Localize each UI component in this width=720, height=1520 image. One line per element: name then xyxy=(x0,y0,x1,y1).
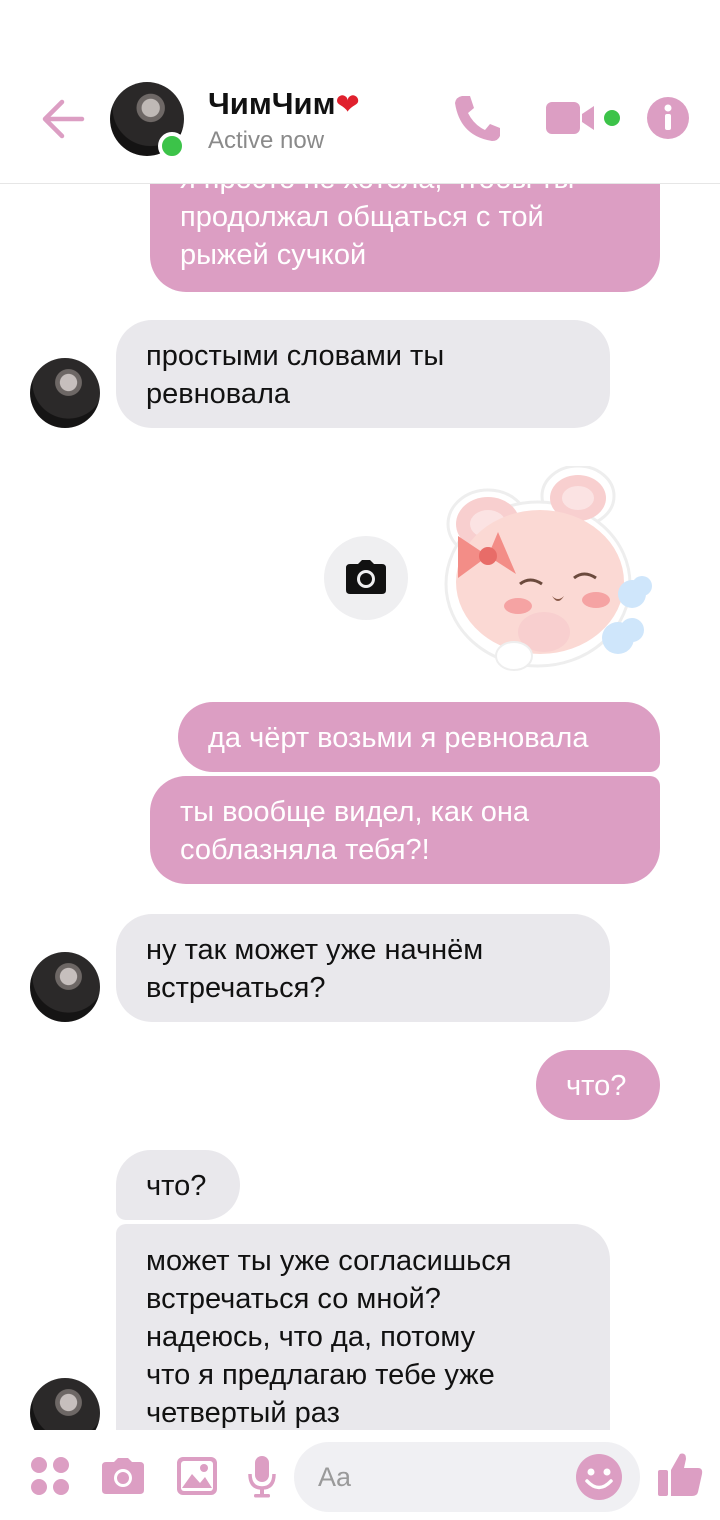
message-bubble-outgoing[interactable]: да чёрт возьми я ревновала xyxy=(178,702,660,772)
message-line: что я предлагаю тебе уже xyxy=(146,1359,495,1391)
message-line: встречаться? xyxy=(146,972,326,1004)
contact-avatar[interactable] xyxy=(30,358,100,428)
phone-icon[interactable] xyxy=(452,92,502,144)
message-input[interactable]: Aa xyxy=(294,1442,640,1512)
message-line: встречаться со мной? xyxy=(146,1283,441,1315)
message-line: ну так может уже начнём xyxy=(146,934,484,966)
message-line: соблазняла тебя?! xyxy=(180,834,430,866)
message-line: может ты уже согласишься xyxy=(146,1245,512,1277)
active-status: Active now xyxy=(208,127,325,154)
contact-name-text: ЧимЧим xyxy=(208,86,336,121)
camera-reply-button[interactable] xyxy=(324,536,408,620)
message-line: ты вообще видел, как она xyxy=(180,796,530,828)
message-bubble-incoming[interactable]: что? xyxy=(116,1150,240,1220)
message-line: что? xyxy=(146,1170,207,1202)
message-line: ревновала xyxy=(146,378,291,410)
message-bubble-outgoing[interactable]: ты вообще видел, как она соблазняла тебя… xyxy=(150,776,660,884)
info-icon[interactable] xyxy=(646,96,690,140)
message-line: четвертый раз xyxy=(146,1397,340,1429)
message-line: да чёрт возьми я ревновала xyxy=(208,722,589,754)
message-bubble-incoming[interactable]: может ты уже согласишься встречаться со … xyxy=(116,1224,610,1430)
heart-emoji: ❤ xyxy=(335,89,360,121)
message-line: что? xyxy=(566,1070,627,1102)
message-bubble-incoming[interactable]: простыми словами ты ревновала xyxy=(116,320,610,428)
contact-name[interactable]: ЧимЧим❤ xyxy=(208,86,360,122)
online-status-dot xyxy=(158,132,186,160)
video-call-icon[interactable] xyxy=(544,98,628,138)
contact-avatar[interactable] xyxy=(30,952,100,1022)
emoji-icon[interactable] xyxy=(574,1452,624,1502)
camera-icon[interactable] xyxy=(100,1458,146,1496)
thumbs-up-icon[interactable] xyxy=(656,1450,704,1498)
message-line: простыми словами ты xyxy=(146,340,445,372)
message-line: рыжей сучкой xyxy=(180,239,367,271)
gallery-icon[interactable] xyxy=(176,1456,218,1496)
message-input-placeholder: Aa xyxy=(318,1462,352,1492)
microphone-icon[interactable] xyxy=(248,1454,276,1498)
conversation-header: ЧимЧим❤ Active now xyxy=(0,0,720,184)
message-line: продолжал общаться с той xyxy=(180,201,544,233)
message-bubble-incoming[interactable]: ну так может уже начнём встречаться? xyxy=(116,914,610,1022)
message-bubble-outgoing[interactable]: что? xyxy=(536,1050,660,1120)
message-line: надеюсь, что да, потому xyxy=(146,1321,476,1353)
apps-grid-icon[interactable] xyxy=(30,1456,70,1496)
back-arrow-icon[interactable] xyxy=(38,94,88,144)
camera-icon xyxy=(346,560,386,594)
pink-bear-bow-sticker[interactable] xyxy=(428,464,662,684)
